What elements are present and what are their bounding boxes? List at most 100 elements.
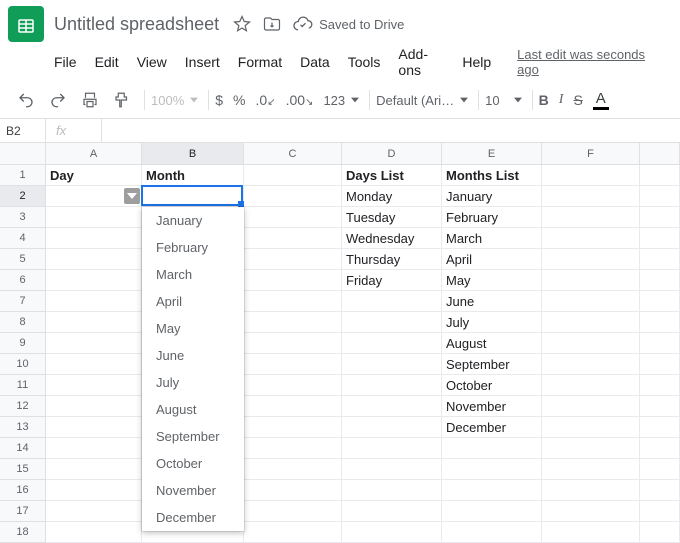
dropdown-item-august[interactable]: August (142, 396, 244, 423)
cell-D3[interactable]: Tuesday (342, 207, 442, 228)
cell-F2[interactable] (542, 186, 640, 207)
bold-button[interactable]: B (539, 92, 549, 108)
row-header-10[interactable]: 10 (0, 354, 46, 375)
cell-E1[interactable]: Months List (442, 165, 542, 186)
row-header-9[interactable]: 9 (0, 333, 46, 354)
data-validation-dropdown[interactable]: JanuaryFebruaryMarchAprilMayJuneJulyAugu… (142, 207, 244, 531)
cell-A17[interactable] (46, 501, 142, 522)
cell-C15[interactable] (244, 459, 342, 480)
font-size-dropdown[interactable]: 10 (485, 93, 521, 108)
cell-E6[interactable]: May (442, 270, 542, 291)
cell-E4[interactable]: March (442, 228, 542, 249)
cell-6[interactable] (640, 270, 680, 291)
dropdown-item-january[interactable]: January (142, 207, 244, 234)
dropdown-item-may[interactable]: May (142, 315, 244, 342)
cell-18[interactable] (640, 522, 680, 543)
cell-F4[interactable] (542, 228, 640, 249)
cell-A10[interactable] (46, 354, 142, 375)
cell-C16[interactable] (244, 480, 342, 501)
cell-C17[interactable] (244, 501, 342, 522)
cell-E17[interactable] (442, 501, 542, 522)
cell-F6[interactable] (542, 270, 640, 291)
star-icon[interactable] (233, 15, 251, 33)
cell-A12[interactable] (46, 396, 142, 417)
column-header-C[interactable]: C (244, 143, 342, 165)
cell-D18[interactable] (342, 522, 442, 543)
menu-format[interactable]: Format (238, 54, 282, 70)
cell-E18[interactable] (442, 522, 542, 543)
row-header-5[interactable]: 5 (0, 249, 46, 270)
cell-E8[interactable]: July (442, 312, 542, 333)
row-header-8[interactable]: 8 (0, 312, 46, 333)
cell-D2[interactable]: Monday (342, 186, 442, 207)
cell-C3[interactable] (244, 207, 342, 228)
cell-C14[interactable] (244, 438, 342, 459)
cell-C4[interactable] (244, 228, 342, 249)
dropdown-item-december[interactable]: December (142, 504, 244, 531)
cell-A5[interactable] (46, 249, 142, 270)
cell-E15[interactable] (442, 459, 542, 480)
strikethrough-button[interactable]: S (573, 92, 582, 108)
cell-F3[interactable] (542, 207, 640, 228)
cell-D10[interactable] (342, 354, 442, 375)
spreadsheet-grid[interactable]: ABCDEF1DayMonthDays ListMonths List2Mond… (0, 143, 680, 543)
row-header-12[interactable]: 12 (0, 396, 46, 417)
cell-F9[interactable] (542, 333, 640, 354)
row-header-2[interactable]: 2 (0, 186, 46, 207)
cell-D6[interactable]: Friday (342, 270, 442, 291)
cell-B1[interactable]: Month (142, 165, 244, 186)
dropdown-item-september[interactable]: September (142, 423, 244, 450)
cell-D11[interactable] (342, 375, 442, 396)
cell-A7[interactable] (46, 291, 142, 312)
number-format-dropdown[interactable]: 123 (323, 93, 359, 108)
cell-E13[interactable]: December (442, 417, 542, 438)
dropdown-item-october[interactable]: October (142, 450, 244, 477)
dropdown-item-february[interactable]: February (142, 234, 244, 261)
row-header-15[interactable]: 15 (0, 459, 46, 480)
cell-D13[interactable] (342, 417, 442, 438)
cell-D14[interactable] (342, 438, 442, 459)
cell-E11[interactable]: October (442, 375, 542, 396)
cell-F13[interactable] (542, 417, 640, 438)
row-header-7[interactable]: 7 (0, 291, 46, 312)
cell-D4[interactable]: Wednesday (342, 228, 442, 249)
italic-button[interactable]: I (559, 92, 564, 108)
cell-C11[interactable] (244, 375, 342, 396)
cell-C1[interactable] (244, 165, 342, 186)
cell-F18[interactable] (542, 522, 640, 543)
row-header-17[interactable]: 17 (0, 501, 46, 522)
cell-C9[interactable] (244, 333, 342, 354)
row-header-1[interactable]: 1 (0, 165, 46, 186)
document-title[interactable]: Untitled spreadsheet (54, 14, 219, 35)
increase-decimal-button[interactable]: .00↘ (286, 92, 314, 108)
cell-D5[interactable]: Thursday (342, 249, 442, 270)
cell-C18[interactable] (244, 522, 342, 543)
cell-F11[interactable] (542, 375, 640, 396)
cell-2[interactable] (640, 186, 680, 207)
currency-button[interactable]: $ (215, 92, 223, 108)
cell-C12[interactable] (244, 396, 342, 417)
cell-11[interactable] (640, 375, 680, 396)
cell-16[interactable] (640, 480, 680, 501)
cell-10[interactable] (640, 354, 680, 375)
cell-C8[interactable] (244, 312, 342, 333)
cell-17[interactable] (640, 501, 680, 522)
cell-3[interactable] (640, 207, 680, 228)
cell-E12[interactable]: November (442, 396, 542, 417)
row-header-4[interactable]: 4 (0, 228, 46, 249)
cell-F5[interactable] (542, 249, 640, 270)
dropdown-item-november[interactable]: November (142, 477, 244, 504)
cell-E2[interactable]: January (442, 186, 542, 207)
menu-insert[interactable]: Insert (185, 54, 220, 70)
row-header-13[interactable]: 13 (0, 417, 46, 438)
cell-9[interactable] (640, 333, 680, 354)
cell-B2[interactable] (142, 186, 244, 207)
cell-A16[interactable] (46, 480, 142, 501)
font-dropdown[interactable]: Default (Ari… (376, 93, 468, 108)
cell-C2[interactable] (244, 186, 342, 207)
cell-F12[interactable] (542, 396, 640, 417)
cell-1[interactable] (640, 165, 680, 186)
name-box[interactable]: B2 (0, 119, 46, 142)
cell-13[interactable] (640, 417, 680, 438)
undo-button[interactable] (14, 88, 38, 112)
